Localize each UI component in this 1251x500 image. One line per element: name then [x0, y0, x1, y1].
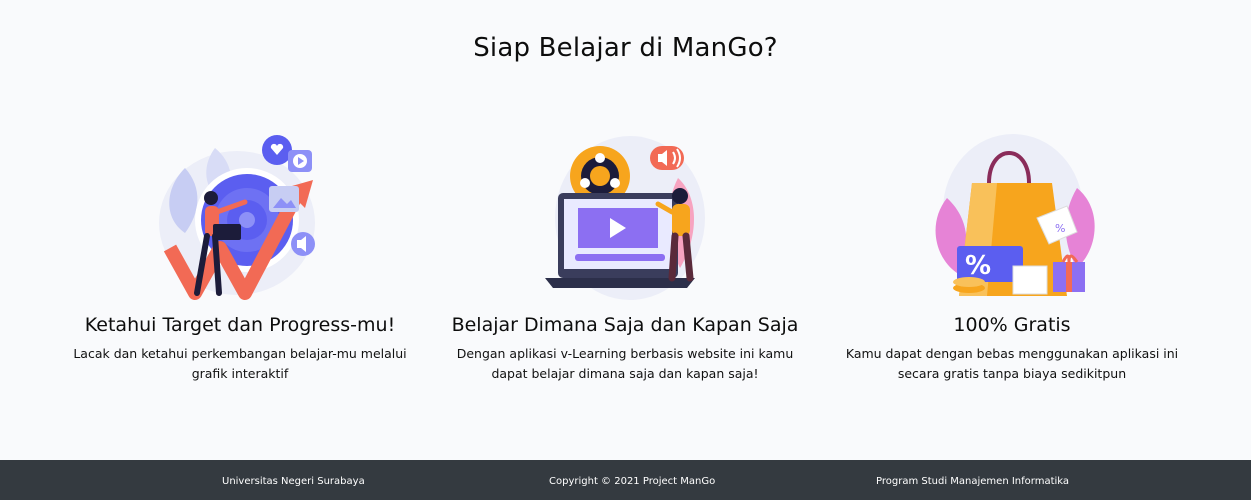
- feature-title: Ketahui Target dan Progress-mu!: [84, 314, 396, 336]
- feature-card-progress: Ketahui Target dan Progress-mu! Lacak da…: [50, 128, 430, 384]
- footer-program: Program Studi Manajemen Informatika: [876, 476, 1070, 487]
- svg-text:%: %: [1055, 222, 1065, 235]
- feature-title: 100% Gratis: [953, 314, 1071, 336]
- svg-text:%: %: [965, 251, 991, 281]
- section-title: Siap Belajar di ManGo?: [473, 33, 778, 63]
- target-progress-illustration: [159, 135, 315, 300]
- feature-card-anywhere: Belajar Dimana Saja dan Kapan Saja Denga…: [435, 128, 815, 384]
- free-shopping-bag-illustration: % %: [935, 134, 1095, 296]
- feature-description: Dengan aplikasi v-Learning berbasis webs…: [456, 346, 794, 381]
- feature-card-free: % % 100% Gratis Kamu dapat dengan bebas …: [822, 128, 1202, 384]
- features-section: Siap Belajar di ManGo? Ketahui Target da…: [0, 0, 1251, 460]
- feature-description: Lacak dan ketahui perkembangan belajar-m…: [73, 346, 407, 381]
- footer-copyright: Copyright © 2021 Project ManGo: [549, 476, 716, 487]
- feature-title: Belajar Dimana Saja dan Kapan Saja: [451, 314, 799, 336]
- feature-description: Kamu dapat dengan bebas menggunakan apli…: [845, 346, 1179, 381]
- footer-university: Universitas Negeri Surabaya: [222, 476, 365, 487]
- footer: Universitas Negeri Surabaya Copyright © …: [0, 460, 1251, 500]
- learn-anywhere-illustration: [545, 136, 705, 300]
